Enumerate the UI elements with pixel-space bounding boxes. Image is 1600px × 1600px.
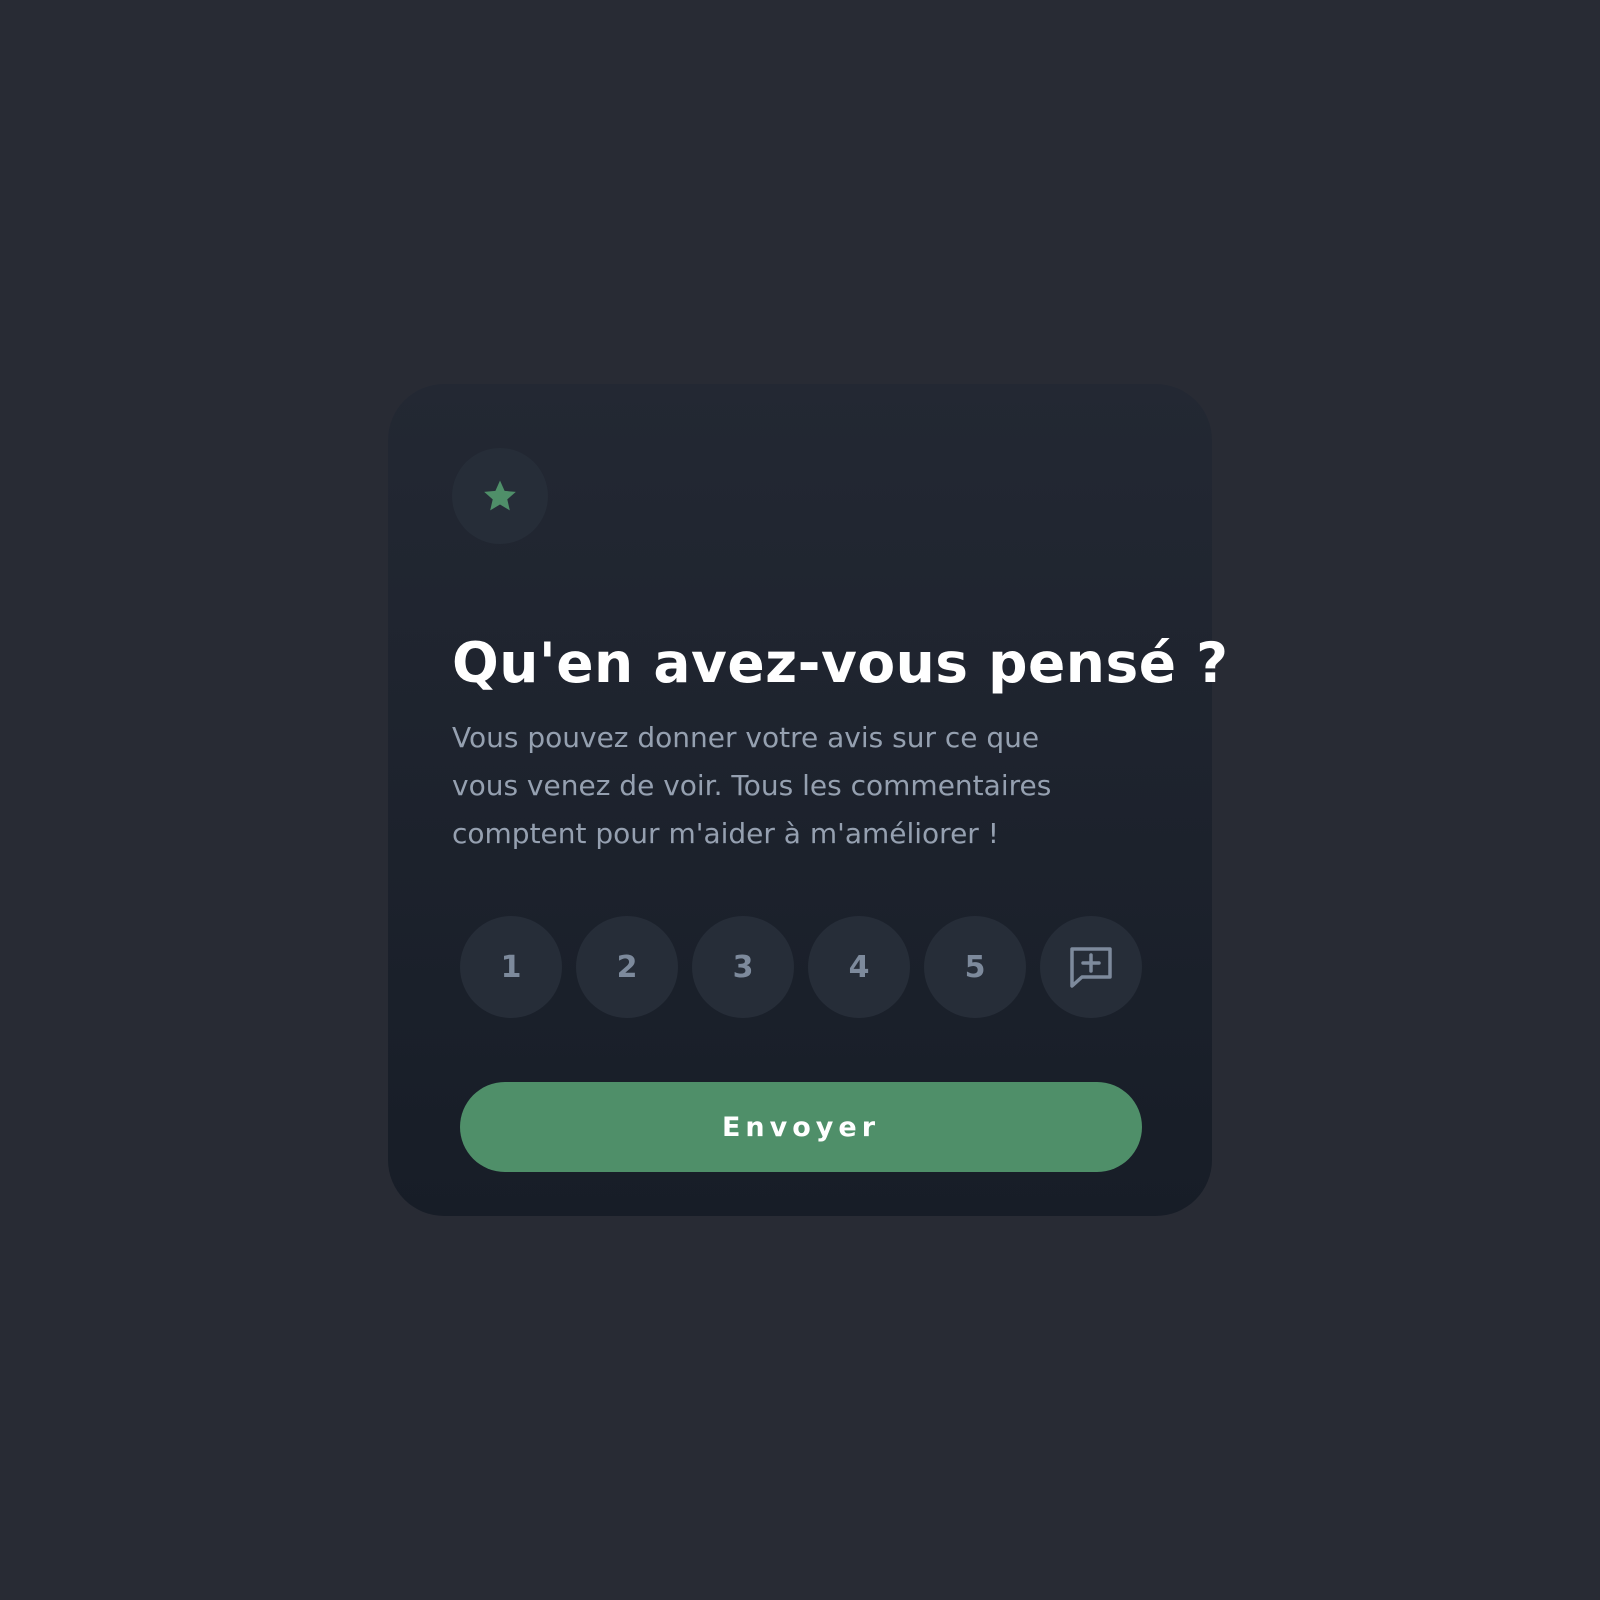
add-comment-button[interactable] [1040,916,1142,1018]
comment-add-icon [1070,947,1112,988]
star-badge [452,448,548,544]
rating-button-3[interactable]: 3 [692,916,794,1018]
rating-options: 1 2 3 4 5 [460,916,1148,1018]
submit-button[interactable]: Envoyer [460,1082,1142,1172]
rating-button-5[interactable]: 5 [924,916,1026,1018]
card-title: Qu'en avez-vous pensé ? [452,631,1229,695]
star-icon [484,480,516,511]
rating-button-2[interactable]: 2 [576,916,678,1018]
rating-button-1[interactable]: 1 [460,916,562,1018]
feedback-card: Qu'en avez-vous pensé ? Vous pouvez donn… [388,384,1229,1216]
card-description: Vous pouvez donner votre avis sur ce que… [452,721,1052,850]
rating-button-4[interactable]: 4 [808,916,910,1018]
